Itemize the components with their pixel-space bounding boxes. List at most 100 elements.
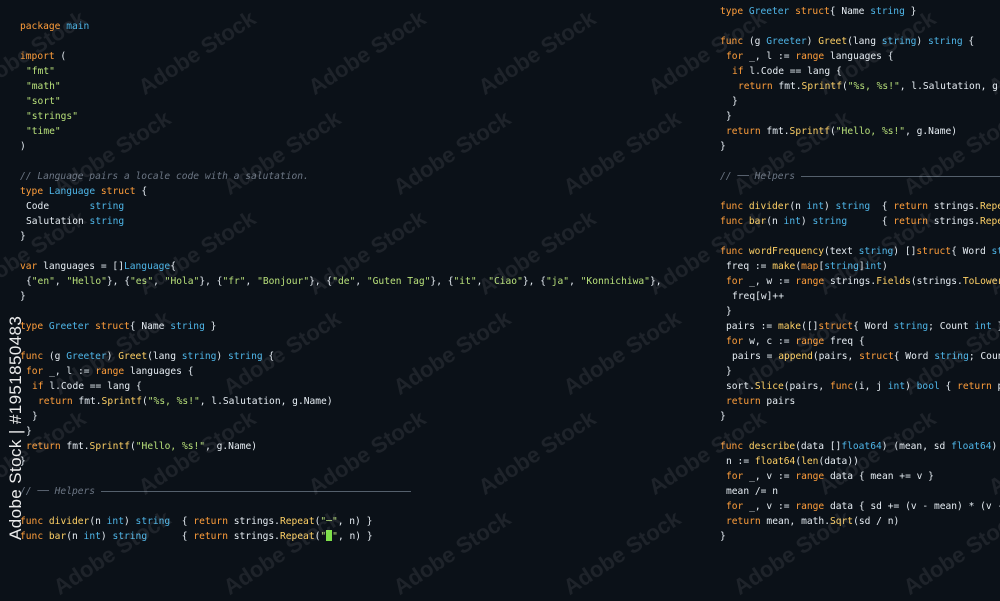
code-token: map: [801, 261, 818, 272]
code-token: }: [720, 531, 726, 542]
code-line: if l.Code == lang {: [32, 379, 142, 394]
code-token: ): [101, 531, 113, 542]
code-line: "time": [26, 124, 61, 139]
code-token: }: [905, 6, 917, 17]
code-token: Repea: [980, 201, 1000, 212]
code-token: if: [732, 66, 744, 77]
code-token: func: [720, 441, 743, 452]
code-token: ToLower: [963, 276, 1000, 287]
code-token: for: [726, 471, 743, 482]
code-line: import (: [20, 49, 66, 64]
code-token: { Word: [894, 351, 934, 362]
code-token: return: [726, 516, 761, 527]
code-token: }: [20, 231, 26, 242]
code-line: }: [720, 409, 726, 424]
code-token: ; Count: [969, 351, 1000, 362]
code-token: l.Code == lang {: [744, 66, 842, 77]
code-token: return: [26, 441, 61, 452]
code-token: struct: [101, 186, 136, 197]
code-token: Language: [49, 186, 95, 197]
code-token: ,: [153, 276, 165, 287]
code-token: ): [801, 216, 813, 227]
code-token: strings.: [228, 531, 280, 542]
code-token: range: [795, 501, 824, 512]
code-token: return: [957, 381, 992, 392]
code-token: Language: [124, 261, 170, 272]
code-token: }, {: [523, 276, 546, 287]
code-token: }, {: [107, 276, 130, 287]
code-token: Greet: [818, 36, 847, 47]
code-token: Sprintf: [90, 441, 130, 452]
code-token: strings.: [228, 516, 280, 527]
code-token: },: [992, 321, 1000, 332]
code-token: ): [124, 516, 136, 527]
code-token: l.Code == lang {: [44, 381, 142, 392]
code-token: bar: [49, 531, 66, 542]
code-token: fmt.: [73, 396, 102, 407]
code-token: (n: [766, 216, 783, 227]
code-line: var languages = []Language{: [20, 259, 176, 274]
code-token: append: [778, 351, 813, 362]
code-line: package main: [20, 19, 89, 34]
code-token: ): [807, 36, 819, 47]
code-token: for: [26, 366, 43, 377]
code-token: ): [20, 141, 26, 152]
code-token: (n: [66, 531, 83, 542]
code-token: struct: [916, 246, 951, 257]
code-token: (g: [43, 351, 66, 362]
code-token: for: [726, 276, 743, 287]
code-token: (: [55, 51, 67, 62]
code-token: divider: [49, 516, 89, 527]
code-token: (pairs,: [813, 351, 859, 362]
code-token: return: [38, 396, 73, 407]
code-token: string: [934, 351, 969, 362]
code-token: "en": [32, 276, 55, 287]
code-token: ) {: [992, 441, 1000, 452]
code-token: for: [726, 336, 743, 347]
code-token: languages {: [824, 51, 893, 62]
code-line: }: [20, 289, 26, 304]
code-token: return: [893, 216, 928, 227]
code-line: pairs = append(pairs, struct{ Word strin…: [732, 349, 1000, 364]
code-token: return: [193, 516, 228, 527]
code-line: for _, v := range data { sd += (v - mean…: [726, 499, 1000, 514]
code-token: Greeter: [66, 351, 106, 362]
code-token: func: [720, 36, 743, 47]
code-token: ,: [55, 276, 67, 287]
code-token: strings.: [928, 201, 980, 212]
code-line: return fmt.Sprintf("Hello, %s!", g.Name): [726, 124, 957, 139]
code-token: ([]: [801, 321, 818, 332]
code-token: _, l :=: [43, 366, 95, 377]
code-token: Repea: [980, 216, 1000, 227]
code-token: if: [32, 381, 44, 392]
code-token: "Hola": [165, 276, 200, 287]
code-token: ): [216, 351, 228, 362]
editor-pane-right[interactable]: type Greeter struct{ Name string }func (…: [700, 0, 1000, 563]
code-token: }, {: [199, 276, 222, 287]
code-line: }: [726, 109, 732, 124]
code-token: }: [726, 366, 732, 377]
code-line: }: [26, 424, 32, 439]
code-token: ): [916, 36, 928, 47]
code-token: fmt.: [61, 441, 90, 452]
code-token: {: [170, 516, 193, 527]
code-token: divider: [749, 201, 789, 212]
code-token: func: [720, 201, 743, 212]
code-line: return fmt.Sprintf("%s, %s!", l.Salutati…: [38, 394, 333, 409]
code-token: "it": [454, 276, 477, 287]
code-line: for _, l := range languages {: [26, 364, 194, 379]
code-token: "%s, %s!": [148, 396, 200, 407]
code-token: }: [205, 321, 217, 332]
code-line: func describe(data []float64) (mean, sd …: [720, 439, 1000, 454]
code-token: "fr": [222, 276, 245, 287]
editor-pane-left[interactable]: package mainimport ("fmt""math""sort""st…: [0, 0, 700, 563]
code-token: pairs: [761, 396, 796, 407]
code-token: string: [112, 531, 147, 542]
code-token: string: [228, 351, 263, 362]
code-token: _, w :=: [743, 276, 795, 287]
code-token: ) []: [893, 246, 916, 257]
code-token: data { sd += (v - mean) * (v -: [824, 501, 1000, 512]
code-token: string: [182, 351, 217, 362]
section-divider-rule: [801, 176, 1000, 177]
code-token: (lang: [147, 351, 182, 362]
